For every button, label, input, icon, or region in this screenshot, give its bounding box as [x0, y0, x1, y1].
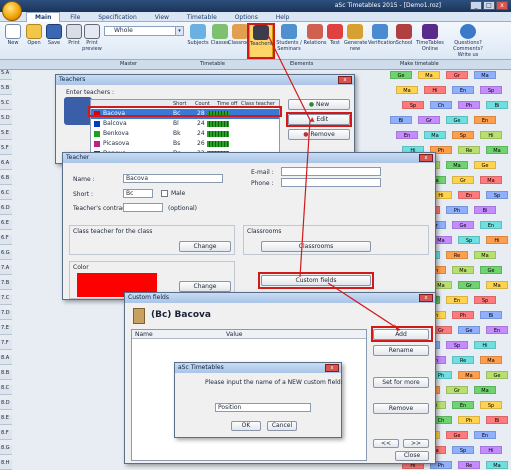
arrow-line [299, 119, 311, 278]
arrow-line [267, 34, 311, 121]
arrow-head [394, 324, 400, 331]
app-logo-icon[interactable] [2, 1, 22, 21]
instruction-arrows [267, 34, 401, 331]
arrow-line [327, 282, 401, 331]
